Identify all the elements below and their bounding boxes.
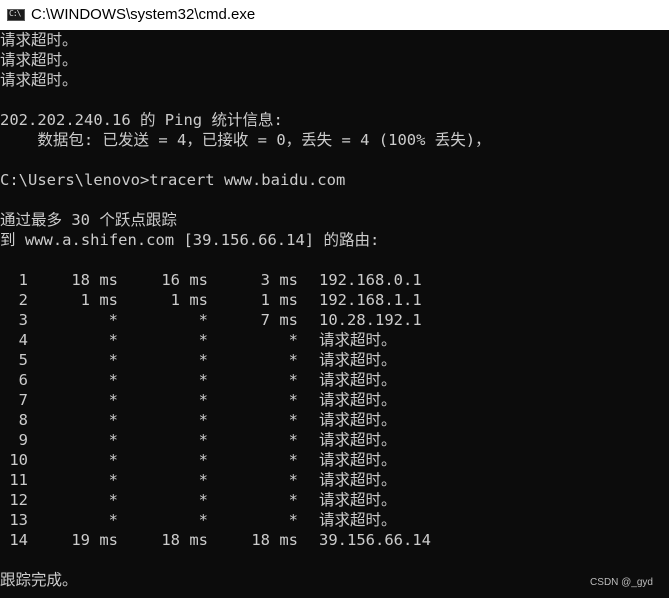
rtt-2: * <box>198 451 208 469</box>
rtt-2: 16 ms <box>161 271 208 289</box>
hop-number: 1 <box>18 271 28 289</box>
hop-host: 请求超时。 <box>319 471 397 489</box>
rtt-2: * <box>198 391 208 409</box>
rtt-2: * <box>198 471 208 489</box>
rtt-3: * <box>288 351 298 369</box>
rtt-2: * <box>198 311 208 329</box>
hop-host: 39.156.66.14 <box>319 531 431 549</box>
hop-host: 192.168.0.1 <box>319 271 422 289</box>
rtt-3: * <box>288 491 298 509</box>
rtt-2: * <box>198 411 208 429</box>
cmd-window: C:\ C:\WINDOWS\system32\cmd.exe 请求超时。 请求… <box>0 0 669 598</box>
rtt-1: * <box>108 371 118 389</box>
hop-number: 9 <box>18 431 28 449</box>
hop-host: 请求超时。 <box>319 451 397 469</box>
command-line: C:\Users\lenovo>tracert www.baidu.com <box>0 171 346 189</box>
rtt-1: * <box>108 491 118 509</box>
rtt-3: * <box>288 431 298 449</box>
hop-host: 192.168.1.1 <box>319 291 422 309</box>
window-title: C:\WINDOWS\system32\cmd.exe <box>31 6 256 23</box>
csdn-watermark: CSDN @_gyd <box>590 577 653 588</box>
rtt-1: * <box>108 411 118 429</box>
hop-host: 10.28.192.1 <box>319 311 422 329</box>
hop-number: 14 <box>9 531 28 549</box>
rtt-1: * <box>108 511 118 529</box>
hop-host: 请求超时。 <box>319 511 397 529</box>
hop-host: 请求超时。 <box>319 491 397 509</box>
rtt-3: 3 ms <box>260 271 298 289</box>
hop-host: 请求超时。 <box>319 331 397 349</box>
rtt-1: * <box>108 351 118 369</box>
console-line: 请求超时。 <box>0 31 78 49</box>
console-line: 202.202.240.16 的 Ping 统计信息: <box>0 111 283 129</box>
rtt-2: * <box>198 351 208 369</box>
hop-host: 请求超时。 <box>319 351 397 369</box>
hop-number: 11 <box>9 471 28 489</box>
rtt-3: 1 ms <box>260 291 298 309</box>
rtt-2: * <box>198 491 208 509</box>
rtt-1: * <box>108 431 118 449</box>
hop-host: 请求超时。 <box>319 391 397 409</box>
rtt-2: * <box>198 511 208 529</box>
hop-number: 4 <box>18 331 28 349</box>
rtt-3: * <box>288 451 298 469</box>
hop-number: 6 <box>18 371 28 389</box>
console-output[interactable]: 请求超时。 请求超时。 请求超时。 202.202.240.16 的 Ping … <box>0 30 669 598</box>
rtt-3: * <box>288 511 298 529</box>
rtt-1: 19 ms <box>71 531 118 549</box>
hop-number: 8 <box>18 411 28 429</box>
hop-host: 请求超时。 <box>319 411 397 429</box>
rtt-3: * <box>288 411 298 429</box>
rtt-2: 1 ms <box>170 291 208 309</box>
console-line: 请求超时。 <box>0 51 78 69</box>
rtt-1: 18 ms <box>71 271 118 289</box>
hop-number: 13 <box>9 511 28 529</box>
rtt-2: * <box>198 331 208 349</box>
rtt-3: * <box>288 371 298 389</box>
rtt-3: 7 ms <box>260 311 298 329</box>
rtt-2: * <box>198 371 208 389</box>
console-line: 到 www.a.shifen.com [39.156.66.14] 的路由: <box>0 231 380 249</box>
hop-number: 10 <box>9 451 28 469</box>
console-line: 数据包: 已发送 = 4，已接收 = 0，丢失 = 4 (100% 丢失)， <box>0 131 491 149</box>
rtt-2: * <box>198 431 208 449</box>
hop-number: 2 <box>18 291 28 309</box>
rtt-1: 1 ms <box>80 291 118 309</box>
rtt-1: * <box>108 471 118 489</box>
hop-number: 7 <box>18 391 28 409</box>
rtt-1: * <box>108 451 118 469</box>
hop-number: 12 <box>9 491 28 509</box>
console-line: 请求超时。 <box>0 71 78 89</box>
rtt-3: 18 ms <box>251 531 298 549</box>
hop-number: 5 <box>18 351 28 369</box>
console-line: 通过最多 30 个跃点跟踪 <box>0 211 177 229</box>
cmd-console-icon: C:\ <box>7 9 25 21</box>
rtt-3: * <box>288 331 298 349</box>
hop-host: 请求超时。 <box>319 371 397 389</box>
rtt-3: * <box>288 391 298 409</box>
console-line: 跟踪完成。 <box>0 571 78 589</box>
hop-host: 请求超时。 <box>319 431 397 449</box>
rtt-1: * <box>108 311 118 329</box>
rtt-1: * <box>108 331 118 349</box>
rtt-3: * <box>288 471 298 489</box>
rtt-1: * <box>108 391 118 409</box>
hop-number: 3 <box>18 311 28 329</box>
rtt-2: 18 ms <box>161 531 208 549</box>
title-bar[interactable]: C:\ C:\WINDOWS\system32\cmd.exe <box>0 0 669 30</box>
